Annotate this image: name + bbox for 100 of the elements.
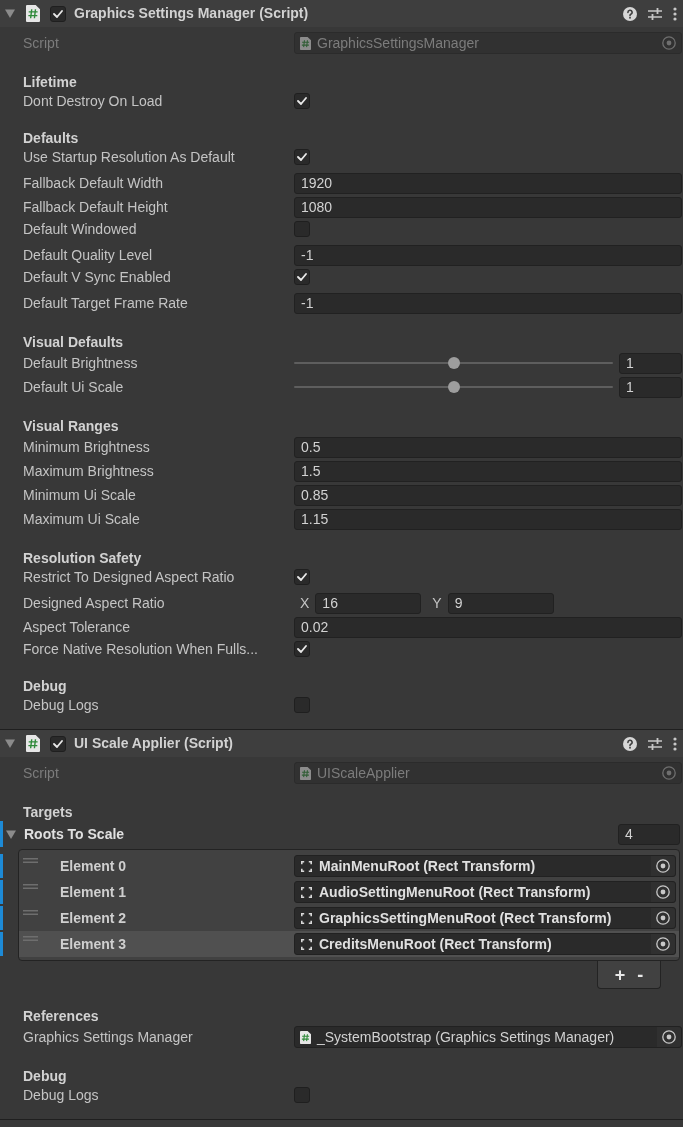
number-field[interactable]: -1 (294, 292, 682, 314)
checkbox[interactable] (294, 93, 310, 109)
component-title: UI Scale Applier (Script) (74, 734, 233, 753)
help-icon[interactable] (623, 736, 637, 751)
drag-handle-icon[interactable] (23, 936, 38, 941)
number-field[interactable]: 9 (447, 592, 554, 614)
script-name: GraphicsSettingsManager (317, 33, 479, 53)
check-icon (297, 573, 307, 581)
section-header: Lifetime (23, 72, 77, 92)
field-label: Script (23, 764, 59, 781)
number-field[interactable]: 0.5 (294, 436, 682, 458)
field-label: Fallback Default Width (23, 174, 164, 191)
number-field[interactable]: 1.15 (294, 508, 682, 530)
checkbox[interactable] (50, 735, 66, 752)
checkbox[interactable] (294, 269, 310, 285)
object-picker-button[interactable] (651, 856, 675, 876)
array-size-field[interactable]: 4 (618, 823, 680, 845)
sliders-icon[interactable] (648, 6, 662, 21)
field-label: Default Ui Scale (23, 378, 124, 395)
object-field[interactable]: MainMenuRoot (Rect Transform) (294, 855, 676, 877)
component-title: Graphics Settings Manager (Script) (74, 4, 309, 23)
target-icon (656, 885, 670, 899)
number-field[interactable]: 1 (619, 352, 682, 374)
fold-caret-icon[interactable] (5, 739, 15, 748)
field-label: Default Quality Level (23, 246, 153, 263)
number-field[interactable]: 0.02 (294, 616, 682, 638)
field-label: Default Target Frame Rate (23, 294, 188, 311)
object-picker-button[interactable] (651, 882, 675, 902)
number-field[interactable]: 16 (315, 592, 422, 614)
drag-handle-icon[interactable] (23, 884, 38, 889)
object-picker-button[interactable] (651, 908, 675, 928)
script-file-icon (300, 766, 311, 780)
field-label: Fallback Default Height (23, 198, 168, 215)
field-label: Maximum Brightness (23, 462, 154, 479)
check-icon (53, 739, 63, 748)
fold-caret-icon[interactable] (6, 829, 16, 839)
field-label: Force Native Resolution When Fulls... (23, 640, 258, 657)
object-field[interactable]: GraphicsSettingMenuRoot (Rect Transform) (294, 907, 676, 929)
field-label: Graphics Settings Manager (23, 1028, 193, 1045)
checkbox[interactable] (294, 221, 310, 237)
more-options-icon[interactable] (673, 6, 677, 21)
checkbox[interactable] (294, 641, 310, 657)
number-field[interactable]: 1 (619, 376, 682, 398)
target-icon (656, 911, 670, 925)
checkbox[interactable] (294, 569, 310, 585)
script-file-icon (26, 735, 40, 752)
component-header[interactable]: UI Scale Applier (Script) (0, 730, 683, 757)
check-icon (297, 645, 307, 653)
array-label[interactable]: Roots To Scale (24, 823, 125, 845)
object-field[interactable]: _SystemBootstrap (Graphics Settings Manager) (294, 1026, 682, 1048)
number-field[interactable]: 0.85 (294, 484, 682, 506)
field-label: Debug Logs (23, 1086, 99, 1103)
help-icon[interactable] (623, 6, 637, 21)
object-picker-button[interactable] (657, 1027, 681, 1047)
fold-caret-icon[interactable] (5, 9, 15, 18)
script-file-icon (300, 36, 311, 50)
number-field[interactable]: 1080 (294, 196, 682, 218)
field-label: Dont Destroy On Load (23, 92, 163, 109)
number-field[interactable]: 1920 (294, 172, 682, 194)
target-icon (662, 766, 676, 780)
target-icon (656, 937, 670, 951)
field-label: Default Brightness (23, 354, 138, 371)
script-file-icon (26, 5, 40, 22)
number-field[interactable]: 1.5 (294, 460, 682, 482)
section-header: Debug (23, 676, 67, 696)
object-field[interactable]: CreditsMenuRoot (Rect Transform) (294, 933, 676, 955)
add-button[interactable]: + (614, 965, 626, 984)
field-label: Aspect Tolerance (23, 618, 131, 635)
checkbox[interactable] (50, 5, 66, 22)
slider-thumb[interactable] (447, 381, 460, 393)
element-label: Element 3 (60, 934, 127, 954)
axis-label: Y (432, 593, 442, 613)
section-header: Defaults (23, 128, 79, 148)
field-label: Debug Logs (23, 696, 99, 713)
slider-track[interactable] (294, 357, 613, 369)
slider-thumb[interactable] (447, 357, 460, 369)
element-label: Element 2 (60, 908, 127, 928)
checkbox[interactable] (294, 149, 310, 165)
more-options-icon[interactable] (673, 736, 677, 751)
slider-track[interactable] (294, 381, 613, 393)
field-label: Designed Aspect Ratio (23, 594, 165, 611)
axis-label: X (300, 593, 310, 613)
object-picker-button[interactable] (651, 934, 675, 954)
script-file-icon (300, 1030, 311, 1044)
drag-handle-icon[interactable] (23, 858, 38, 863)
sliders-icon[interactable] (648, 736, 662, 751)
object-field-value: CreditsMenuRoot (Rect Transform) (319, 934, 552, 954)
number-field[interactable]: -1 (294, 244, 682, 266)
remove-button[interactable]: - (637, 965, 644, 984)
component-header[interactable]: Graphics Settings Manager (Script) (0, 0, 683, 27)
script-name: UIScaleApplier (317, 763, 410, 783)
drag-handle-icon[interactable] (23, 910, 38, 915)
field-label: Restrict To Designed Aspect Ratio (23, 568, 235, 585)
checkbox[interactable] (294, 1087, 310, 1103)
field-label: Default V Sync Enabled (23, 268, 171, 285)
element-label: Element 1 (60, 882, 127, 902)
section-header: Visual Ranges (23, 416, 119, 436)
object-field[interactable]: AudioSettingMenuRoot (Rect Transform) (294, 881, 676, 903)
field-label: Minimum Brightness (23, 438, 150, 455)
checkbox[interactable] (294, 697, 310, 713)
